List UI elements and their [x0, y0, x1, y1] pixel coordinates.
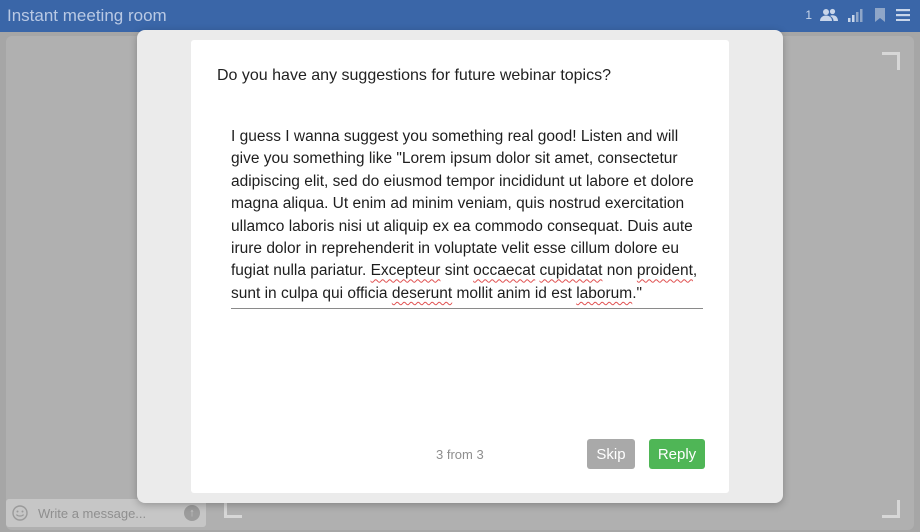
question-progress: 3 from 3 [436, 447, 484, 462]
answer-text: non [602, 262, 637, 280]
poll-modal: Do you have any suggestions for future w… [137, 30, 783, 503]
poll-card: Do you have any suggestions for future w… [191, 40, 729, 493]
misspelled-word: deserunt [391, 284, 453, 302]
fullscreen-corner-icon [882, 500, 900, 518]
participant-count: 1 [805, 8, 812, 22]
misspelled-word: proident [636, 262, 693, 280]
users-icon[interactable] [820, 8, 838, 22]
chat-input-bar[interactable]: Write a message... ↑ [6, 499, 206, 527]
smile-icon[interactable] [12, 505, 28, 526]
answer-text: sint [440, 262, 474, 280]
skip-button[interactable]: Skip [587, 439, 635, 469]
misspelled-word: laborum [576, 284, 633, 302]
top-bar: Instant meeting room 1 [0, 0, 920, 32]
answer-text: ." [632, 284, 643, 302]
answer-text: I guess I wanna suggest you something re… [231, 128, 694, 280]
room-title: Instant meeting room [7, 6, 167, 25]
misspelled-word: cupidatat [539, 262, 603, 280]
misspelled-word: Excepteur [370, 262, 441, 280]
answer-text: mollit anim id est [452, 284, 577, 302]
poll-question: Do you have any suggestions for future w… [217, 67, 612, 84]
signal-icon[interactable] [848, 8, 864, 22]
answer-textarea[interactable]: I guess I wanna suggest you something re… [231, 126, 703, 310]
menu-icon[interactable] [896, 9, 910, 21]
chat-placeholder[interactable]: Write a message... [38, 506, 146, 521]
send-icon[interactable]: ↑ [184, 505, 200, 521]
reply-button[interactable]: Reply [649, 439, 705, 469]
misspelled-word: occaecat [473, 262, 536, 280]
bookmark-icon[interactable] [874, 8, 886, 22]
fullscreen-corner-icon [882, 52, 900, 70]
top-bar-actions: 1 [805, 8, 910, 22]
